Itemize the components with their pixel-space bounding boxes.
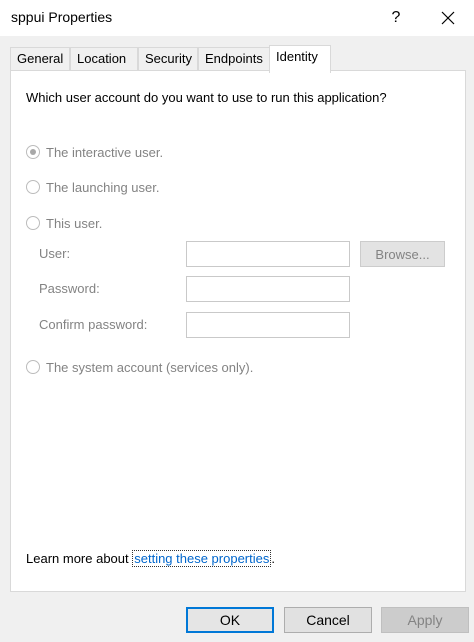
- radio-this-user-label: This user.: [46, 215, 103, 231]
- password-input[interactable]: [186, 276, 350, 302]
- radio-checked-icon: [26, 145, 40, 159]
- help-icon: ?: [391, 9, 401, 26]
- radio-unchecked-icon: [26, 360, 40, 374]
- password-label: Password:: [39, 281, 100, 296]
- radio-interactive-user[interactable]: The interactive user.: [26, 143, 163, 161]
- radio-system-account[interactable]: The system account (services only).: [26, 358, 253, 376]
- tab-location[interactable]: Location: [70, 47, 138, 71]
- close-button[interactable]: [426, 4, 470, 32]
- tab-endpoints[interactable]: Endpoints: [198, 47, 270, 71]
- tab-identity[interactable]: Identity: [269, 45, 331, 73]
- tab-strip: General Location Security Endpoints Iden…: [10, 45, 464, 73]
- browse-button[interactable]: Browse...: [360, 241, 445, 267]
- user-label: User:: [39, 246, 71, 261]
- cancel-button[interactable]: Cancel: [284, 607, 372, 633]
- identity-panel: Which user account do you want to use to…: [10, 70, 466, 592]
- apply-button[interactable]: Apply: [381, 607, 469, 633]
- account-question: Which user account do you want to use to…: [26, 90, 387, 105]
- learn-more-suffix: .: [271, 551, 275, 566]
- learn-more-link[interactable]: setting these properties: [132, 550, 272, 567]
- learn-more-text: Learn more about setting these propertie…: [26, 550, 275, 567]
- tab-general[interactable]: General: [10, 47, 70, 71]
- radio-unchecked-icon: [26, 180, 40, 194]
- confirm-password-label: Confirm password:: [39, 317, 148, 332]
- window-title: sppui Properties: [11, 9, 113, 25]
- confirm-password-input[interactable]: [186, 312, 350, 338]
- help-button[interactable]: ?: [376, 4, 416, 32]
- learn-more-prefix: Learn more about: [26, 551, 133, 566]
- tab-security[interactable]: Security: [138, 47, 198, 71]
- radio-launching-user-label: The launching user.: [46, 179, 160, 195]
- radio-this-user[interactable]: This user.: [26, 214, 102, 232]
- radio-interactive-user-label: The interactive user.: [46, 144, 164, 160]
- user-input[interactable]: [186, 241, 350, 267]
- radio-unchecked-icon: [26, 216, 40, 230]
- radio-launching-user[interactable]: The launching user.: [26, 178, 159, 196]
- close-icon: [441, 11, 455, 25]
- radio-system-account-label: The system account (services only).: [46, 359, 254, 375]
- ok-button[interactable]: OK: [186, 607, 274, 633]
- title-bar: sppui Properties ?: [0, 0, 474, 36]
